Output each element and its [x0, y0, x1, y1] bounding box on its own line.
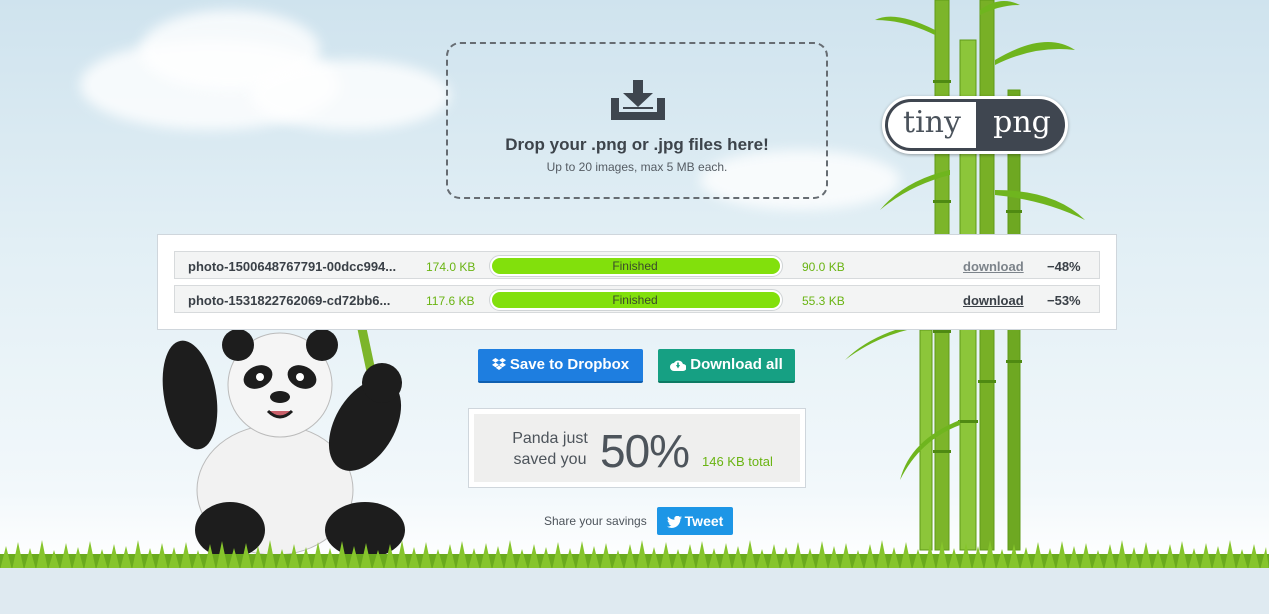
- results-panel: photo-1500648767791-00dcc994... 174.0 KB…: [157, 234, 1117, 330]
- progress-status: Finished: [612, 293, 658, 307]
- progress-bar: Finished: [489, 255, 783, 277]
- cloud: [250, 60, 450, 130]
- savings-inner: Panda just saved you 50% 146 KB total: [474, 414, 800, 482]
- grass-strip: [0, 540, 1269, 570]
- footer-band: [0, 568, 1269, 614]
- dropbox-icon: [491, 358, 506, 370]
- drop-zone-subtitle: Up to 20 images, max 5 MB each.: [546, 160, 728, 174]
- file-name: photo-1500648767791-00dcc994...: [188, 259, 397, 274]
- download-link[interactable]: download: [963, 293, 1024, 308]
- savings-caption-line1: Panda just: [512, 430, 588, 447]
- file-row: photo-1500648767791-00dcc994... 174.0 KB…: [174, 251, 1100, 279]
- panda-illustration: [162, 315, 405, 558]
- file-name: photo-1531822762069-cd72bb6...: [188, 293, 391, 308]
- reduction-percent: −53%: [1047, 293, 1081, 308]
- logo-text-tiny: tiny: [888, 102, 976, 148]
- share-caption: Share your savings: [544, 514, 647, 528]
- compressed-size: 55.3 KB: [802, 294, 845, 308]
- savings-total: 146 KB total: [702, 454, 773, 469]
- download-tray-icon: [611, 80, 665, 120]
- savings-percent: 50%: [600, 425, 690, 477]
- save-to-dropbox-button[interactable]: Save to Dropbox: [478, 349, 643, 383]
- tweet-label: Tweet: [684, 513, 724, 529]
- logo-text-png: png: [993, 105, 1051, 140]
- twitter-bird-icon: [666, 515, 682, 528]
- download-link[interactable]: download: [963, 259, 1024, 274]
- file-row: photo-1531822762069-cd72bb6... 117.6 KB …: [174, 285, 1100, 313]
- progress-bar: Finished: [489, 289, 783, 311]
- reduction-percent: −48%: [1047, 259, 1081, 274]
- compressed-size: 90.0 KB: [802, 260, 845, 274]
- savings-summary: Panda just saved you 50% 146 KB total: [468, 408, 806, 488]
- original-size: 117.6 KB: [426, 294, 475, 308]
- original-size: 174.0 KB: [426, 260, 476, 274]
- savings-caption: Panda just saved you: [500, 428, 600, 470]
- save-to-dropbox-label: Save to Dropbox: [509, 356, 630, 373]
- tweet-button[interactable]: Tweet: [657, 507, 733, 535]
- drop-zone-title: Drop your .png or .jpg files here!: [505, 135, 769, 154]
- savings-caption-line2: saved you: [513, 451, 587, 468]
- cloud-download-icon: [670, 360, 687, 371]
- download-all-label: Download all: [690, 356, 783, 373]
- tinypng-logo[interactable]: tiny png: [882, 96, 1068, 154]
- progress-status: Finished: [612, 259, 658, 273]
- file-drop-zone[interactable]: Drop your .png or .jpg files here! Up to…: [446, 42, 828, 199]
- download-all-button[interactable]: Download all: [658, 349, 795, 383]
